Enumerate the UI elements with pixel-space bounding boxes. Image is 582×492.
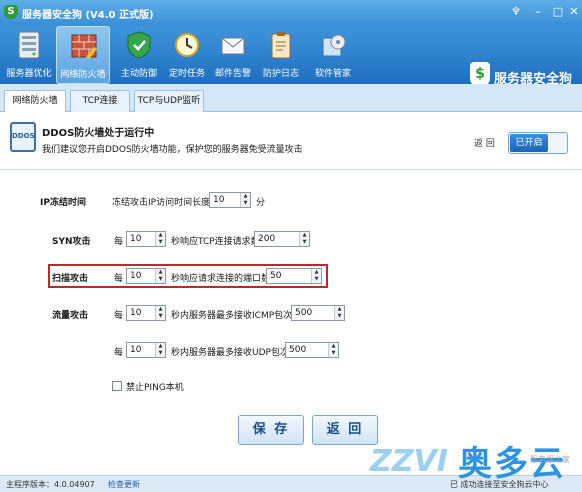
syn-seconds-input[interactable]: 10 ▲ ▼: [126, 231, 166, 247]
tab-bar: 网络防火墙 TCP连接 TCP与UDP监听: [0, 84, 582, 113]
clipboard-icon: [271, 32, 291, 59]
spin-arrows[interactable]: ▲ ▼: [155, 269, 165, 283]
flood-udp-count-value: 500: [289, 345, 307, 355]
scan-count-input[interactable]: 50 ▲ ▼: [266, 268, 322, 284]
flood-attack-label: 流量攻击: [52, 311, 89, 321]
toolbar-server-optimize[interactable]: 服务器优化: [2, 26, 56, 84]
status-title: DDOS防火墙处于运行中: [42, 128, 155, 139]
scan-per: 每: [114, 274, 124, 284]
spin-arrows[interactable]: ▲ ▼: [311, 269, 321, 283]
minimize-button[interactable]: –: [530, 4, 546, 20]
tab-network-firewall[interactable]: 网络防火墙: [4, 90, 66, 113]
watermark-latin: ZZVI: [370, 444, 448, 479]
flood-udp-count-input[interactable]: 500 ▲ ▼: [285, 342, 339, 358]
toolbar-label: 主动防御: [120, 69, 157, 79]
status-subtitle: 我们建议您开启DDOS防火墙功能，保护您的服务器免受流量攻击: [42, 145, 303, 155]
ip-freeze-text: 冻结攻击IP访问时间长度: [112, 198, 211, 208]
toolbar-protection-log[interactable]: 防护日志: [254, 26, 308, 84]
flood-udp-text: 秒内服务器最多接收UDP包次数: [171, 348, 298, 358]
flood-udp-seconds-input[interactable]: 10 ▲ ▼: [126, 342, 166, 358]
spin-arrows[interactable]: ▲ ▼: [155, 343, 165, 357]
back-button[interactable]: 返 回: [312, 415, 378, 445]
toolbar-label: 邮件告警: [214, 69, 251, 79]
scan-attack-label: 扫描攻击: [52, 274, 89, 284]
syn-count-value: 200: [258, 234, 276, 244]
server-icon: [18, 31, 40, 59]
window-title: 服务器安全狗 (V4.0 正式版): [22, 10, 154, 21]
flood-icmp-text: 秒内服务器最多接收ICMP包次数: [171, 311, 302, 321]
spin-arrows[interactable]: ▲ ▼: [155, 232, 165, 246]
version-text: 主程序版本：4.0.04907: [6, 480, 95, 489]
package-icon: [322, 34, 346, 57]
clock-icon: [175, 33, 199, 57]
toolbar-label: 网络防火墙: [60, 70, 106, 80]
tab-tcp-connections[interactable]: TCP连接: [70, 90, 130, 112]
skin-icon[interactable]: ♆: [508, 4, 524, 20]
ip-freeze-input[interactable]: 10 ▲ ▼: [209, 192, 251, 208]
firewall-status-panel: DDOS DDOS防火墙处于运行中 我们建议您开启DDOS防火墙功能，保护您的服…: [0, 112, 582, 170]
toolbar-active-defense[interactable]: 主动防御: [112, 26, 166, 84]
status-back-link[interactable]: 返 回: [474, 136, 495, 149]
disable-ping-checkbox[interactable]: [112, 381, 122, 391]
syn-per: 每: [114, 237, 124, 247]
ddos-settings-form: IP冻结时间 冻结攻击IP访问时间长度 10 ▲ ▼ 分 SYN攻击 每 10 ▲…: [0, 171, 582, 475]
flood-udp-per: 每: [114, 348, 124, 358]
flood-icmp-seconds-value: 10: [130, 308, 142, 318]
flood-udp-seconds-value: 10: [130, 345, 142, 355]
flood-icmp-count-input[interactable]: 500 ▲ ▼: [291, 305, 345, 321]
scan-text: 秒响应请求连接的端口数: [171, 274, 271, 284]
spin-arrows[interactable]: ▲ ▼: [299, 232, 309, 246]
toggle-on-label: 已开启: [510, 134, 548, 152]
save-button[interactable]: 保 存: [238, 415, 304, 445]
disable-ping-label: 禁止PING本机: [126, 383, 184, 393]
ip-freeze-label: IP冻结时间: [40, 198, 86, 208]
watermark: ZZVI 奥多云 服务器之家: [370, 436, 582, 492]
shield-icon: [127, 31, 151, 59]
scan-seconds-input[interactable]: 10 ▲ ▼: [126, 268, 166, 284]
toolbar-label: 软件管家: [314, 69, 351, 79]
maximize-button[interactable]: □: [550, 4, 566, 20]
app-logo-icon: S: [4, 5, 18, 19]
firewall-icon: [71, 34, 97, 59]
toolbar-label: 防护日志: [262, 69, 299, 79]
ip-freeze-unit: 分: [256, 198, 266, 208]
flood-per: 每: [114, 311, 124, 321]
syn-seconds-value: 10: [130, 234, 142, 244]
spin-arrows[interactable]: ▲ ▼: [240, 193, 250, 207]
ip-freeze-value: 10: [213, 195, 225, 205]
ddos-icon: DDOS: [10, 122, 36, 152]
syn-count-input[interactable]: 200 ▲ ▼: [254, 231, 310, 247]
toolbar-label: 服务器优化: [6, 69, 52, 79]
toolbar-firewall[interactable]: 网络防火墙: [56, 26, 110, 84]
tab-tcp-udp-listen[interactable]: TCP与UDP监听: [134, 90, 204, 112]
syn-text: 秒响应TCP连接请求数: [171, 237, 260, 247]
spin-arrows[interactable]: ▲ ▼: [155, 306, 165, 320]
main-toolbar: 服务器优化 网络防火墙 主动防御 定时任务 邮件告警 防护日志 软件管家 $ 服…: [0, 26, 582, 88]
watermark-small: 服务器之家: [530, 455, 570, 464]
spin-arrows[interactable]: ▲ ▼: [328, 343, 338, 357]
mail-icon: [221, 37, 245, 55]
toolbar-software-manager[interactable]: 软件管家: [306, 26, 360, 84]
firewall-toggle[interactable]: 已开启: [508, 132, 568, 154]
title-bar: S 服务器安全狗 (V4.0 正式版) ♆ – □ ✕: [0, 0, 582, 26]
scan-seconds-value: 10: [130, 271, 142, 281]
toolbar-mail-alert[interactable]: 邮件告警: [206, 26, 260, 84]
close-button[interactable]: ✕: [566, 4, 582, 20]
scan-count-value: 50: [270, 271, 282, 281]
check-update-link[interactable]: 检查更新: [108, 479, 140, 490]
syn-attack-label: SYN攻击: [52, 237, 91, 247]
spin-arrows[interactable]: ▲ ▼: [334, 306, 344, 320]
flood-icmp-count-value: 500: [295, 308, 313, 318]
flood-icmp-seconds-input[interactable]: 10 ▲ ▼: [126, 305, 166, 321]
